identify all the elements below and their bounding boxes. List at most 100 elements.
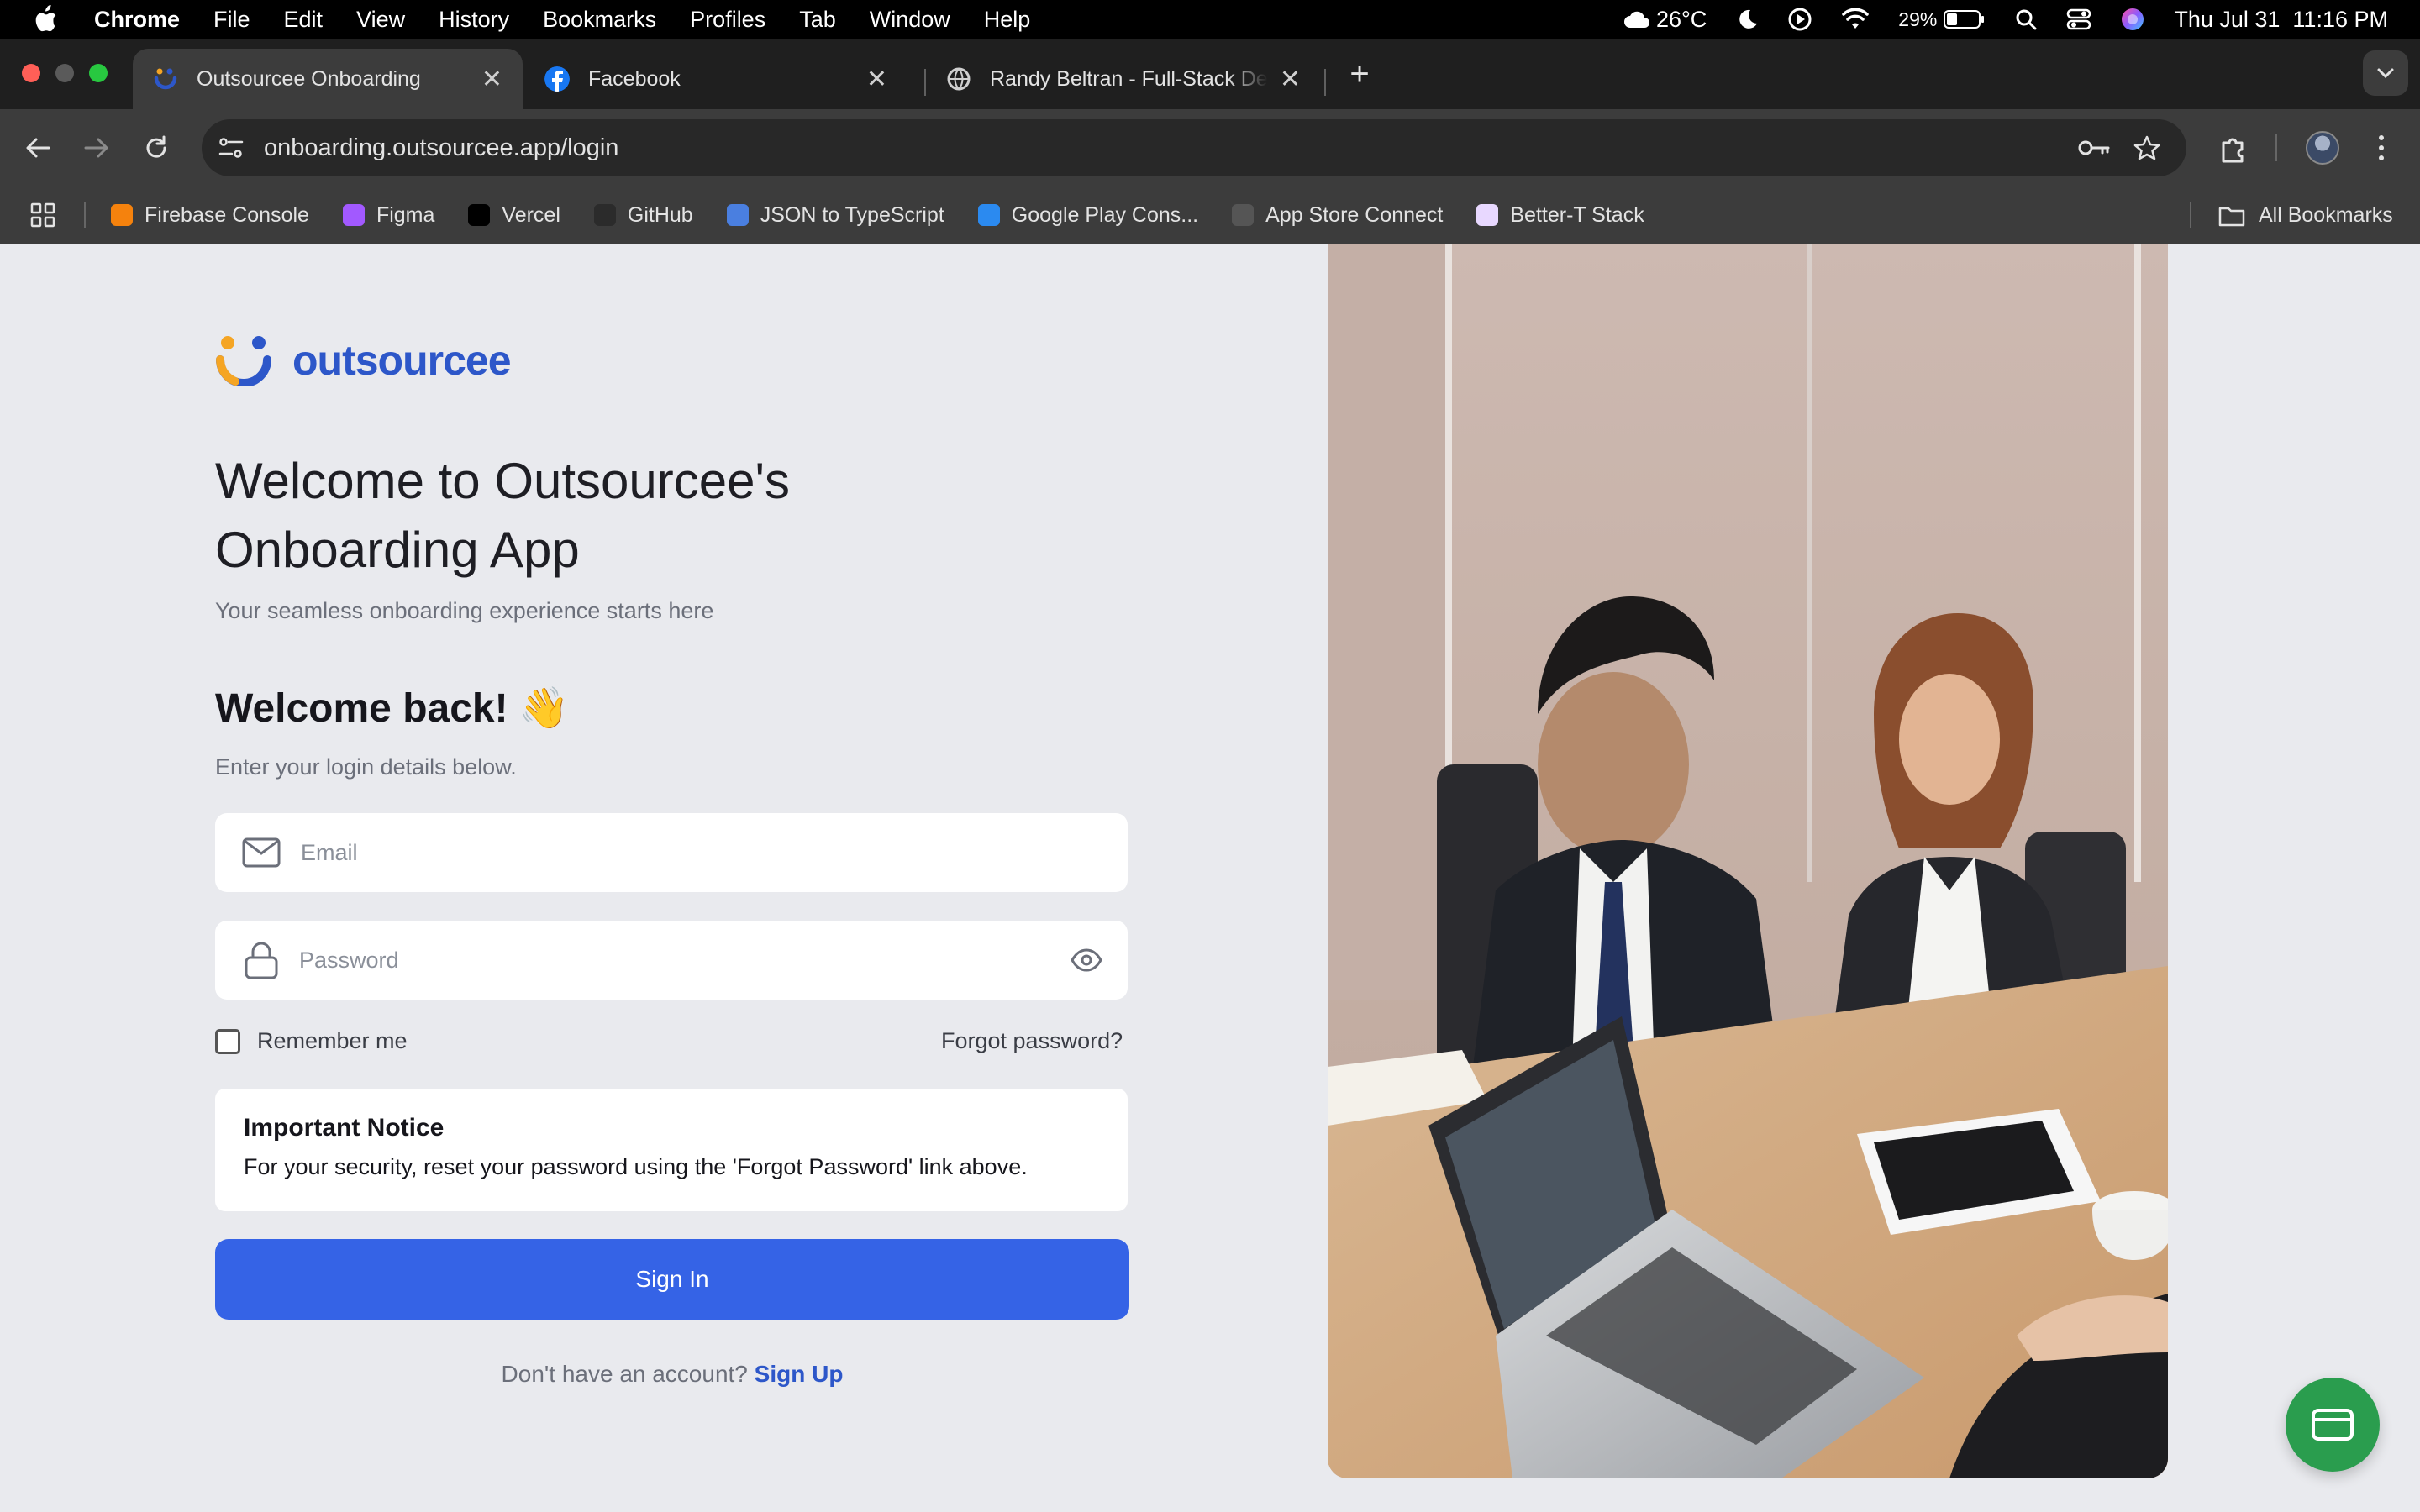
hero-image-business-meeting: [1328, 244, 2168, 1478]
play-icon[interactable]: [1787, 7, 1812, 32]
login-page: outsourcee Welcome to Outsourcee's Onboa…: [0, 244, 2420, 1512]
menu-edit[interactable]: Edit: [284, 7, 324, 33]
bookmark-json[interactable]: JSON to TypeScript: [726, 202, 944, 228]
sign-in-button[interactable]: Sign In: [215, 1239, 1129, 1320]
control-center-icon[interactable]: [2066, 8, 2091, 31]
window-zoom-button[interactable]: [89, 64, 108, 82]
weather-status[interactable]: 26°C: [1623, 7, 1707, 33]
brand-name: outsourcee: [292, 337, 512, 384]
sign-up-link[interactable]: Sign Up: [755, 1361, 844, 1387]
bookmark-vercel[interactable]: Vercel: [468, 203, 560, 228]
menu-profiles[interactable]: Profiles: [690, 7, 765, 33]
brand-logo[interactable]: outsourcee: [215, 334, 512, 386]
bookmark-label: App Store Connect: [1265, 202, 1444, 227]
back-arrow-icon[interactable]: [24, 134, 52, 161]
email-placeholder: Email: [301, 839, 358, 865]
tab-outsourcee-onboarding[interactable]: Outsourcee Onboarding ✕: [133, 49, 523, 109]
tab-randy-beltran[interactable]: Randy Beltran - Full-Stack De ✕: [926, 49, 1321, 109]
window-minimize-button[interactable]: [55, 64, 74, 82]
password-key-icon[interactable]: [2077, 138, 2111, 158]
wifi-icon[interactable]: [1841, 8, 1870, 30]
menu-view[interactable]: View: [356, 7, 405, 33]
email-field[interactable]: Email: [215, 813, 1128, 892]
bookmark-label: Figma: [376, 202, 435, 227]
remember-me[interactable]: Remember me: [215, 1028, 408, 1054]
tab-title: Facebook: [588, 66, 681, 91]
menu-app-name[interactable]: Chrome: [94, 7, 180, 33]
battery-status[interactable]: 29%: [1898, 8, 1986, 31]
tab-facebook[interactable]: Facebook ✕: [524, 49, 908, 109]
new-tab-button[interactable]: +: [1341, 55, 1378, 93]
address-url[interactable]: onboarding.outsourcee.app/login: [264, 134, 618, 162]
bookmarks-divider: [2190, 202, 2191, 228]
spotlight-search-icon[interactable]: [2014, 8, 2038, 31]
close-tab-icon[interactable]: ✕: [1280, 65, 1301, 94]
toolbar-divider: [2275, 134, 2277, 161]
floating-action-button[interactable]: [2286, 1378, 2380, 1472]
menu-help[interactable]: Help: [984, 7, 1031, 33]
forward-arrow-icon[interactable]: [82, 134, 111, 161]
bookmark-label: GitHub: [627, 202, 693, 227]
bookmarks-divider: [84, 202, 86, 228]
menu-bookmarks[interactable]: Bookmarks: [543, 7, 656, 33]
notice-title: Important Notice: [244, 1114, 445, 1142]
window-close-button[interactable]: [22, 64, 40, 82]
extensions-puzzle-icon[interactable]: [2218, 133, 2249, 163]
folder-icon: [2218, 207, 2245, 226]
figma-icon: [342, 204, 365, 226]
outsourcee-favicon: [154, 68, 177, 90]
tab-title: Randy Beltran - Full-Stack De: [990, 66, 1268, 91]
profile-avatar[interactable]: [2306, 131, 2339, 165]
battery-percent: 29%: [1898, 8, 1938, 30]
close-tab-icon[interactable]: ✕: [866, 65, 887, 94]
battery-icon: [1944, 10, 1985, 29]
important-notice: Important Notice For your security, rese…: [215, 1089, 1128, 1211]
menubar-clock[interactable]: Thu Jul 31 11:16 PM: [2174, 7, 2388, 33]
page-subtitle: Your seamless onboarding experience star…: [215, 598, 714, 623]
json-icon: [726, 204, 749, 226]
address-bar[interactable]: onboarding.outsourcee.app/login: [202, 119, 2186, 176]
vercel-icon: [468, 204, 491, 226]
bookmark-figma[interactable]: Figma: [342, 202, 435, 228]
remember-me-checkbox[interactable]: [215, 1028, 240, 1054]
bookmark-star-icon[interactable]: [2133, 134, 2161, 161]
chevron-down-icon: [2377, 68, 2394, 79]
site-info-icon[interactable]: [218, 136, 244, 160]
outsourcee-logo-icon: [216, 336, 271, 386]
menu-file[interactable]: File: [213, 7, 250, 33]
bookmark-github[interactable]: GitHub: [593, 202, 693, 228]
page-title: Welcome to Outsourcee's Onboarding App: [215, 453, 790, 578]
show-password-eye-icon[interactable]: [1071, 948, 1102, 972]
menu-history[interactable]: History: [439, 7, 509, 33]
menu-tab[interactable]: Tab: [799, 7, 836, 33]
menu-window[interactable]: Window: [870, 7, 950, 33]
bookmark-apple[interactable]: App Store Connect: [1232, 203, 1443, 228]
bookmark-google-play[interactable]: Google Play Cons...: [977, 203, 1198, 228]
moon-icon[interactable]: [1735, 8, 1759, 31]
tab-separator: [1324, 69, 1326, 96]
bookmark-label: JSON to TypeScript: [760, 202, 944, 227]
macos-menubar: Chrome File Edit View History Bookmarks …: [0, 0, 2420, 39]
tab-title: Outsourcee Onboarding: [197, 66, 421, 91]
mail-icon: [242, 837, 281, 868]
bookmark-firebase[interactable]: Firebase Console: [111, 203, 309, 228]
cloud-icon: [1623, 11, 1649, 28]
more-menu-icon[interactable]: [2375, 133, 2388, 163]
bookmark-label: Firebase Console: [145, 202, 309, 227]
globe-favicon: [947, 67, 971, 91]
apps-grid-icon[interactable]: [30, 202, 55, 228]
apple-menu-icon[interactable]: [32, 5, 59, 34]
close-tab-icon[interactable]: ✕: [481, 65, 502, 94]
password-field[interactable]: Password: [215, 921, 1128, 1000]
login-hint: Enter your login details below.: [215, 754, 517, 780]
reload-icon[interactable]: [143, 134, 170, 161]
lock-icon: [245, 942, 278, 979]
no-account-text: Don't have an account?: [501, 1361, 748, 1387]
tab-search-button[interactable]: [2363, 50, 2408, 96]
forgot-password-link[interactable]: Forgot password?: [941, 1028, 1123, 1054]
google-play-icon: [977, 204, 1000, 226]
all-bookmarks-folder[interactable]: All Bookmarks: [2218, 203, 2393, 228]
chrome-toolbar: onboarding.outsourcee.app/login: [0, 109, 2420, 186]
siri-icon[interactable]: [2120, 7, 2145, 32]
bookmark-terminal[interactable]: Better-T Stack: [1476, 203, 1644, 228]
